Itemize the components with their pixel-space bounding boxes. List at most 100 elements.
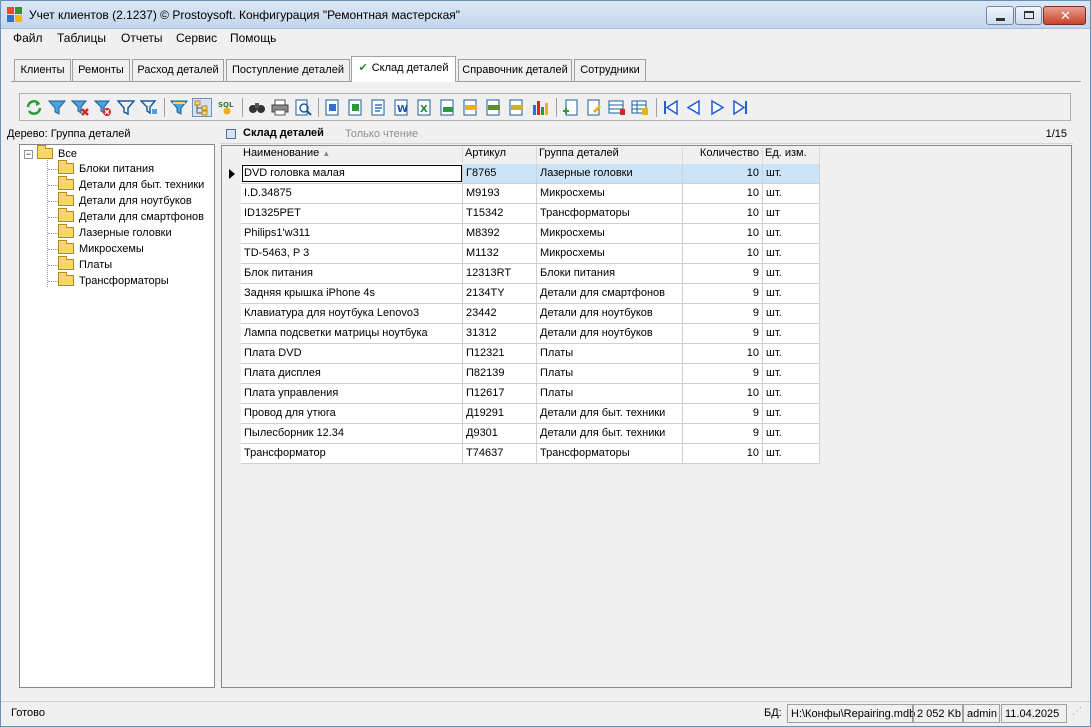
- column-header-group[interactable]: Группа деталей: [537, 147, 683, 163]
- menu-help[interactable]: Помощь: [230, 31, 276, 45]
- cell-quantity[interactable]: 10: [683, 344, 763, 363]
- cell-article[interactable]: М8392: [463, 224, 537, 243]
- cell-group[interactable]: Микросхемы: [537, 244, 683, 263]
- cell-article[interactable]: Т15342: [463, 204, 537, 223]
- cell-article[interactable]: 23442: [463, 304, 537, 323]
- cell-name[interactable]: Лампа подсветки матрицы ноутбука: [241, 324, 463, 343]
- export-txt-icon[interactable]: [508, 99, 526, 116]
- cell-unit[interactable]: шт.: [763, 264, 820, 283]
- cell-quantity[interactable]: 10: [683, 384, 763, 403]
- cell-group[interactable]: Платы: [537, 384, 683, 403]
- resize-grip-icon[interactable]: ⋰: [1069, 704, 1087, 723]
- filter-icon[interactable]: [48, 99, 66, 116]
- next-record-icon[interactable]: [708, 99, 726, 116]
- cell-quantity[interactable]: 9: [683, 404, 763, 423]
- last-record-icon[interactable]: [731, 99, 749, 116]
- tree-icon[interactable]: [192, 98, 212, 117]
- menu-tables[interactable]: Таблицы: [57, 31, 106, 45]
- tab-parts-warehouse[interactable]: ✔ Склад деталей: [351, 56, 456, 82]
- cell-group[interactable]: Трансформаторы: [537, 444, 683, 463]
- tree-node[interactable]: Микросхемы: [58, 240, 144, 257]
- export-rtf-icon[interactable]: [439, 99, 457, 116]
- cell-unit[interactable]: шт.: [763, 184, 820, 203]
- cell-unit[interactable]: шт.: [763, 404, 820, 423]
- table-row[interactable]: TD-5463, P 3 М1132 Микросхемы 10 шт.: [241, 244, 820, 264]
- table-row[interactable]: Трансформатор Т74637 Трансформаторы 10 шт.: [241, 444, 820, 464]
- tab-clients[interactable]: Клиенты: [14, 59, 71, 81]
- export-excel-icon[interactable]: [347, 99, 365, 116]
- cell-quantity[interactable]: 10: [683, 444, 763, 463]
- tab-employees[interactable]: Сотрудники: [574, 59, 646, 81]
- cell-name[interactable]: Плата управления: [241, 384, 463, 403]
- chart-icon[interactable]: [531, 99, 549, 116]
- cell-unit[interactable]: шт.: [763, 244, 820, 263]
- edit-icon[interactable]: [585, 99, 603, 116]
- cell-quantity[interactable]: 9: [683, 264, 763, 283]
- cell-name[interactable]: Клавиатура для ноутбука Lenovo3: [241, 304, 463, 323]
- cell-name[interactable]: Плата DVD: [241, 344, 463, 363]
- cell-unit[interactable]: шт.: [763, 424, 820, 443]
- filter-tree-icon[interactable]: [170, 99, 188, 116]
- cell-name[interactable]: Плата дисплея: [241, 364, 463, 383]
- cell-article[interactable]: Т74637: [463, 444, 537, 463]
- cell-name[interactable]: Трансформатор: [241, 444, 463, 463]
- export-word-icon[interactable]: W: [393, 99, 411, 116]
- cell-article[interactable]: Г8765: [463, 164, 537, 183]
- tree-node[interactable]: Детали для смартфонов: [58, 208, 204, 225]
- cell-name[interactable]: I.D.34875: [241, 184, 463, 203]
- filter-advanced-icon[interactable]: [140, 99, 158, 116]
- cell-name[interactable]: TD-5463, P 3: [241, 244, 463, 263]
- table-row[interactable]: I.D.34875 М9193 Микросхемы 10 шт.: [241, 184, 820, 204]
- table-row[interactable]: ID1325PET Т15342 Трансформаторы 10 шт: [241, 204, 820, 224]
- cell-name[interactable]: ID1325PET: [241, 204, 463, 223]
- export-xml-icon[interactable]: [370, 99, 388, 116]
- cell-article[interactable]: 2134TY: [463, 284, 537, 303]
- cell-article[interactable]: Д9301: [463, 424, 537, 443]
- cell-group[interactable]: Микросхемы: [537, 224, 683, 243]
- tree-node[interactable]: Детали для быт. техники: [58, 176, 204, 193]
- cell-unit[interactable]: шт.: [763, 164, 820, 183]
- cell-name[interactable]: Задняя крышка iPhone 4s: [241, 284, 463, 303]
- minimize-button[interactable]: [986, 6, 1014, 25]
- cell-name[interactable]: DVD головка малая: [241, 164, 463, 183]
- add-icon[interactable]: [562, 99, 580, 116]
- find-icon[interactable]: [248, 99, 266, 116]
- cell-article[interactable]: П82139: [463, 364, 537, 383]
- cell-group[interactable]: Микросхемы: [537, 184, 683, 203]
- table-row[interactable]: Плата DVD П12321 Платы 10 шт.: [241, 344, 820, 364]
- cell-group[interactable]: Лазерные головки: [537, 164, 683, 183]
- maximize-button[interactable]: [1015, 6, 1042, 25]
- cell-name[interactable]: Philips1'w311: [241, 224, 463, 243]
- cell-quantity[interactable]: 10: [683, 204, 763, 223]
- cell-unit[interactable]: шт.: [763, 444, 820, 463]
- table-row[interactable]: Провод для утюга Д19291 Детали для быт. те…: [241, 404, 820, 424]
- table-row[interactable]: Клавиатура для ноутбука Lenovo3 23442 Дета…: [241, 304, 820, 324]
- cell-unit[interactable]: шт.: [763, 224, 820, 243]
- tree-panel[interactable]: − Все Блоки питания Детали для быт. техни…: [19, 144, 215, 688]
- close-button[interactable]: ✕: [1043, 6, 1086, 25]
- cell-quantity[interactable]: 9: [683, 284, 763, 303]
- cell-quantity[interactable]: 9: [683, 304, 763, 323]
- table-row[interactable]: Плата дисплея П82139 Платы 9 шт.: [241, 364, 820, 384]
- cell-quantity[interactable]: 10: [683, 164, 763, 183]
- settings-icon[interactable]: [631, 99, 649, 116]
- cell-group[interactable]: Блоки питания: [537, 264, 683, 283]
- cell-unit[interactable]: шт.: [763, 324, 820, 343]
- tree-node[interactable]: Детали для ноутбуков: [58, 192, 192, 209]
- data-grid[interactable]: Наименование ▲ Артикул Группа деталей Ко…: [221, 145, 1072, 688]
- column-header-name[interactable]: Наименование ▲: [241, 147, 463, 163]
- print-icon[interactable]: [271, 99, 289, 116]
- cell-group[interactable]: Детали для ноутбуков: [537, 304, 683, 323]
- cell-article[interactable]: 31312: [463, 324, 537, 343]
- tree-node[interactable]: Трансформаторы: [58, 272, 169, 289]
- cell-group[interactable]: Детали для быт. техники: [537, 404, 683, 423]
- print-preview-icon[interactable]: [294, 99, 312, 116]
- cell-unit[interactable]: шт.: [763, 344, 820, 363]
- cell-group[interactable]: Платы: [537, 344, 683, 363]
- cell-name[interactable]: Провод для утюга: [241, 404, 463, 423]
- export-icon[interactable]: [324, 99, 342, 116]
- filter-clear-icon[interactable]: [94, 99, 112, 116]
- cell-unit[interactable]: шт.: [763, 284, 820, 303]
- cell-group[interactable]: Детали для смартфонов: [537, 284, 683, 303]
- cell-article[interactable]: П12617: [463, 384, 537, 403]
